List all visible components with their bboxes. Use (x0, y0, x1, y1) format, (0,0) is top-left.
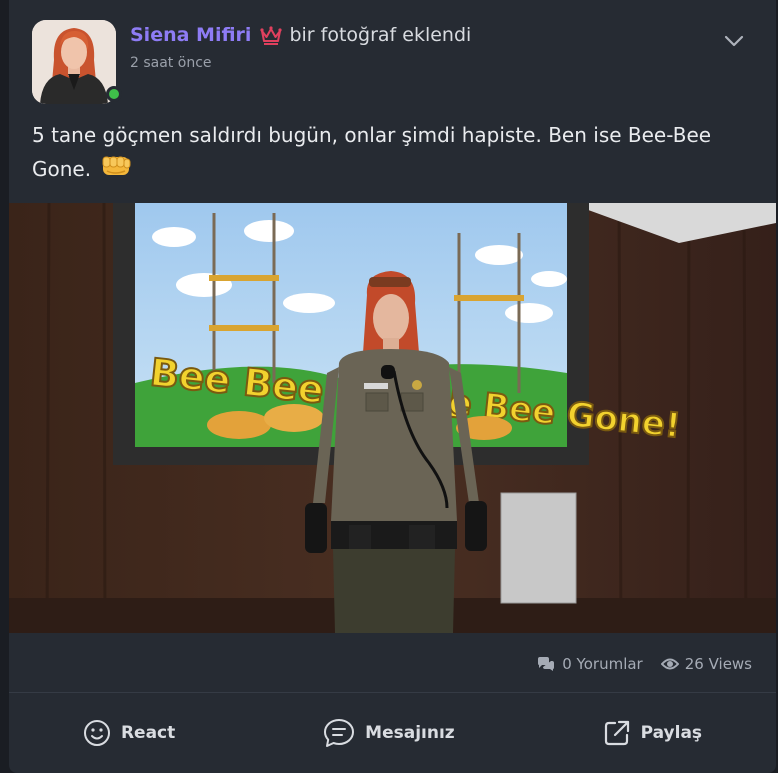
post-options-button[interactable] (722, 32, 746, 50)
post-action-text: bir fotoğraf eklendi (289, 24, 472, 46)
comment-button[interactable]: Mesajınız (309, 710, 469, 756)
comment-label: Mesajınız (365, 723, 455, 743)
comments-count-text: 0 Yorumlar (562, 655, 643, 673)
post-card: Siena Mifiri bir fotoğraf eklendi 2 saat… (9, 0, 776, 773)
post-stats: 0 Yorumlar 26 Views (536, 655, 752, 673)
post-text: 5 tane göçmen saldırdı bugün, onlar şimd… (32, 123, 712, 181)
post-headline: Siena Mifiri bir fotoğraf eklendi (130, 24, 471, 46)
message-icon (324, 719, 355, 747)
views-count: 26 Views (660, 655, 752, 673)
online-status-dot (106, 86, 122, 102)
crown-icon (259, 24, 283, 46)
post-timestamp[interactable]: 2 saat önce (130, 55, 212, 71)
post-actions: React Mesajınız Paylaş (9, 693, 776, 773)
views-count-text: 26 Views (684, 655, 752, 673)
post-photo[interactable]: Bee Bee Gone! Bee Bee Gone! (9, 203, 776, 633)
chevron-down-icon (724, 35, 744, 47)
post-header: Siena Mifiri bir fotoğraf eklendi 2 saat… (9, 0, 776, 112)
share-icon (604, 720, 629, 746)
fist-emoji-icon (101, 153, 133, 189)
post-body: 5 tane göçmen saldırdı bugün, onlar şimd… (32, 118, 757, 189)
author-name[interactable]: Siena Mifiri (130, 24, 251, 46)
react-button[interactable]: React (69, 711, 189, 755)
comments-icon (538, 657, 555, 671)
share-label: Paylaş (640, 723, 703, 743)
react-label: React (120, 723, 176, 743)
share-button[interactable]: Paylaş (589, 711, 716, 755)
avatar-image (32, 20, 116, 104)
eye-icon (660, 658, 679, 670)
comments-count[interactable]: 0 Yorumlar (536, 655, 643, 673)
avatar[interactable] (32, 20, 122, 104)
smile-icon (83, 720, 110, 746)
